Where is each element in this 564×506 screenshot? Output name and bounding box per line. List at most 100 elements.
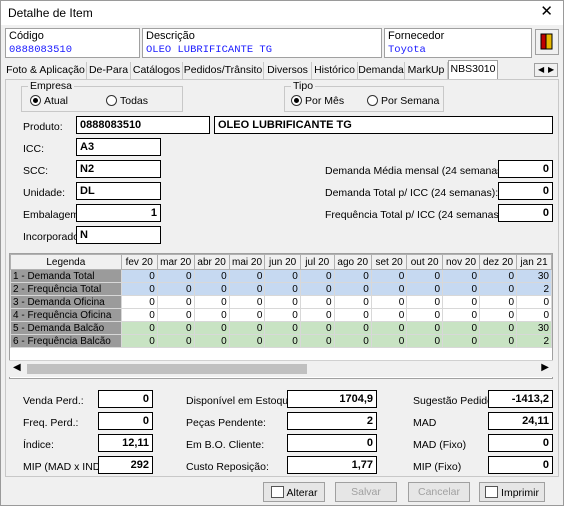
grid-row[interactable]: 2 - Frequência Total 0 0 0 0 0 0 0 0 0 0 0 2 (10, 282, 552, 296)
produto-input[interactable]: 0888083510 (76, 116, 210, 134)
grid-cell[interactable]: 0 (370, 282, 408, 296)
grid-cell[interactable]: 0 (479, 321, 518, 335)
grid-cell[interactable]: 0 (299, 282, 335, 296)
scc-input[interactable]: N2 (76, 160, 161, 178)
column-header-month[interactable]: jul 20 (299, 254, 335, 270)
grid-cell[interactable]: 0 (441, 334, 481, 348)
grid-cell[interactable]: 0 (370, 295, 408, 309)
imprimir-button[interactable]: Imprimir (479, 482, 545, 502)
tab-markup[interactable]: MarkUp (405, 62, 448, 80)
grid-cell[interactable]: 0 (516, 308, 552, 322)
grid-cell[interactable]: 2 (516, 334, 552, 348)
grid-cell[interactable]: 0 (193, 334, 230, 348)
grid-row[interactable]: 3 - Demanda Oficina 0 0 0 0 0 0 0 0 0 0 0 0 (10, 295, 552, 309)
grid-cell[interactable]: 30 (516, 321, 552, 335)
grid-cell[interactable]: 0 (299, 334, 335, 348)
grid-cell[interactable]: 0 (406, 269, 443, 283)
grid-cell[interactable]: 0 (370, 321, 408, 335)
column-header-month[interactable]: out 20 (406, 254, 443, 270)
grid-cell[interactable]: 0 (264, 334, 301, 348)
pecas-pendente-input[interactable]: 2 (287, 412, 377, 430)
mad-input[interactable]: 24,11 (488, 412, 553, 430)
grid-cell[interactable]: 0 (479, 282, 518, 296)
grid-cell[interactable]: 2 (516, 282, 552, 296)
grid-cell[interactable]: 0 (228, 334, 266, 348)
grid-cell[interactable]: 0 (406, 334, 443, 348)
grid-cell[interactable]: 0 (264, 282, 301, 296)
grid-cell[interactable]: 0 (193, 295, 230, 309)
grid-cell[interactable]: 0 (156, 321, 195, 335)
column-header-legenda[interactable]: Legenda (10, 254, 122, 270)
grid-cell[interactable]: 0 (120, 334, 158, 348)
grid-horizontal-scrollbar[interactable]: ◀ ▶ (9, 360, 553, 377)
grid-cell[interactable]: 0 (299, 308, 335, 322)
column-header-month[interactable]: jan 21 (516, 254, 552, 270)
frequencia-total-input[interactable]: 0 (498, 204, 553, 222)
grid-cell[interactable]: 0 (370, 308, 408, 322)
grid-cell[interactable]: 0 (406, 295, 443, 309)
grid-cell[interactable]: 0 (120, 308, 158, 322)
sugestao-pedido-input[interactable]: -1413,2 (488, 390, 553, 408)
cancelar-button[interactable]: Cancelar (408, 482, 470, 502)
column-header-month[interactable]: mar 20 (156, 254, 195, 270)
grid-cell[interactable]: 0 (264, 295, 301, 309)
grid-cell[interactable]: 0 (120, 282, 158, 296)
tab-diversos[interactable]: Diversos (264, 62, 312, 80)
tab-pedidos-transito[interactable]: Pedidos/Trânsito (183, 62, 264, 80)
grid-cell[interactable]: 0 (406, 321, 443, 335)
scroll-left-icon[interactable]: ◀ (13, 362, 21, 373)
freq-perd-input[interactable]: 0 (98, 412, 153, 430)
grid-cell[interactable]: 0 (406, 282, 443, 296)
demanda-media-input[interactable]: 0 (498, 160, 553, 178)
mip-fixo-input[interactable]: 0 (488, 456, 553, 474)
tab-nbs3010[interactable]: NBS3010 (448, 60, 498, 80)
column-header-month[interactable]: nov 20 (441, 254, 481, 270)
scroll-right-icon[interactable]: ▶ (541, 362, 549, 373)
embalagem-input[interactable]: 1 (76, 204, 161, 222)
exit-button[interactable] (535, 29, 559, 55)
close-icon[interactable]: ✕ (540, 4, 553, 20)
tipo-por-mes-radio[interactable]: Por Mês (291, 95, 344, 107)
salvar-button[interactable]: Salvar (335, 482, 397, 502)
grid-cell[interactable]: 0 (264, 321, 301, 335)
custo-reposicao-input[interactable]: 1,77 (287, 456, 377, 474)
column-header-month[interactable]: abr 20 (193, 254, 230, 270)
grid-cell[interactable]: 0 (156, 269, 195, 283)
tab-catalogos[interactable]: Catálogos (131, 62, 183, 80)
column-header-month[interactable]: set 20 (370, 254, 408, 270)
grid-cell[interactable]: 0 (441, 308, 481, 322)
grid-cell[interactable]: 0 (193, 321, 230, 335)
grid-cell[interactable]: 0 (441, 282, 481, 296)
chevron-left-icon[interactable]: ◀ (538, 65, 544, 74)
grid-cell[interactable]: 0 (441, 269, 481, 283)
grid-cell[interactable]: 0 (333, 321, 372, 335)
grid-cell[interactable]: 30 (516, 269, 552, 283)
mip-input[interactable]: 292 (98, 456, 153, 474)
grid-cell[interactable]: 0 (299, 295, 335, 309)
scrollbar-thumb[interactable] (27, 364, 307, 374)
grid-cell[interactable]: 0 (228, 308, 266, 322)
grid-cell[interactable]: 0 (228, 282, 266, 296)
grid-cell[interactable]: 0 (333, 295, 372, 309)
grid-cell[interactable]: 0 (333, 308, 372, 322)
grid-cell[interactable]: 0 (120, 295, 158, 309)
grid-cell[interactable]: 0 (333, 334, 372, 348)
grid-cell[interactable]: 0 (479, 295, 518, 309)
empresa-todas-radio[interactable]: Todas (106, 95, 148, 107)
unidade-input[interactable]: DL (76, 182, 161, 200)
icc-input[interactable]: A3 (76, 138, 161, 156)
grid-cell[interactable]: 0 (193, 269, 230, 283)
venda-perd-input[interactable]: 0 (98, 390, 153, 408)
grid-cell[interactable]: 0 (193, 282, 230, 296)
empresa-atual-radio[interactable]: Atual (30, 95, 68, 107)
grid-cell[interactable]: 0 (228, 295, 266, 309)
column-header-month[interactable]: dez 20 (479, 254, 518, 270)
alterar-button[interactable]: Alterar (263, 482, 325, 502)
grid-cell[interactable]: 0 (193, 308, 230, 322)
mad-fixo-input[interactable]: 0 (488, 434, 553, 452)
grid-row[interactable]: 5 - Demanda Balcão 0 0 0 0 0 0 0 0 0 0 0 30 (10, 321, 552, 335)
tab-de-para[interactable]: De-Para (87, 62, 131, 80)
tab-demanda[interactable]: Demanda (358, 62, 405, 80)
grid-cell[interactable]: 0 (299, 321, 335, 335)
grid-row[interactable]: 4 - Frequência Oficina 0 0 0 0 0 0 0 0 0 0 0 0 (10, 308, 552, 322)
